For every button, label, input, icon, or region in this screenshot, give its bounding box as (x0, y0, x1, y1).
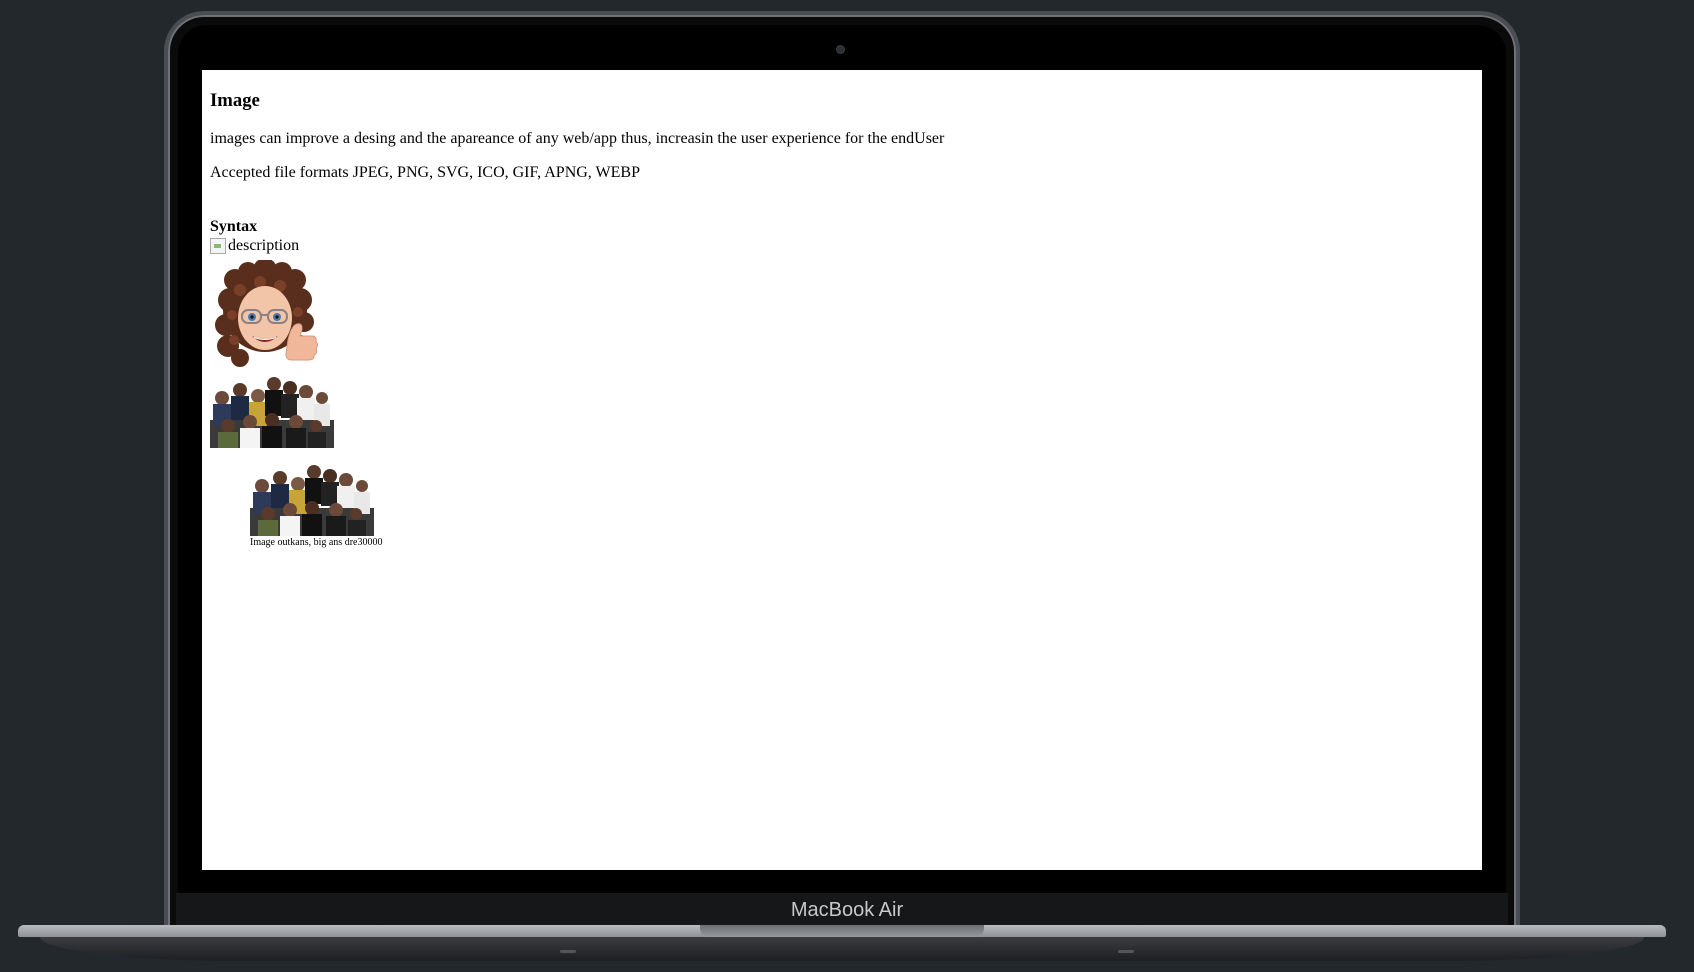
laptop-foot (560, 950, 576, 953)
broken-image-icon (210, 238, 226, 254)
page-title: Image (210, 90, 260, 111)
page-content: Image images can improve a desing and th… (202, 90, 1482, 549)
figure-caption: Image outkans, big ans dre30000 (250, 537, 383, 548)
browser-viewport[interactable]: Image images can improve a desing and th… (202, 70, 1482, 870)
broken-image: description (210, 236, 1474, 256)
laptop-foot (1118, 950, 1134, 953)
brand-label: MacBook Air (790, 899, 904, 921)
group-photo (210, 376, 334, 448)
image-figure: Image outkans, big ans dre30000 (250, 464, 1474, 549)
laptop-base-bottom (40, 937, 1644, 961)
figure-group-photo (250, 464, 374, 536)
formats-paragraph: Accepted file formats JPEG, PNG, SVG, IC… (210, 164, 640, 181)
syntax-title: Syntax (210, 218, 258, 235)
broken-image-alt: description (228, 237, 300, 254)
avatar-image (215, 260, 318, 367)
camera-icon (836, 45, 845, 54)
intro-paragraph: images can improve a desing and the apar… (210, 130, 945, 147)
